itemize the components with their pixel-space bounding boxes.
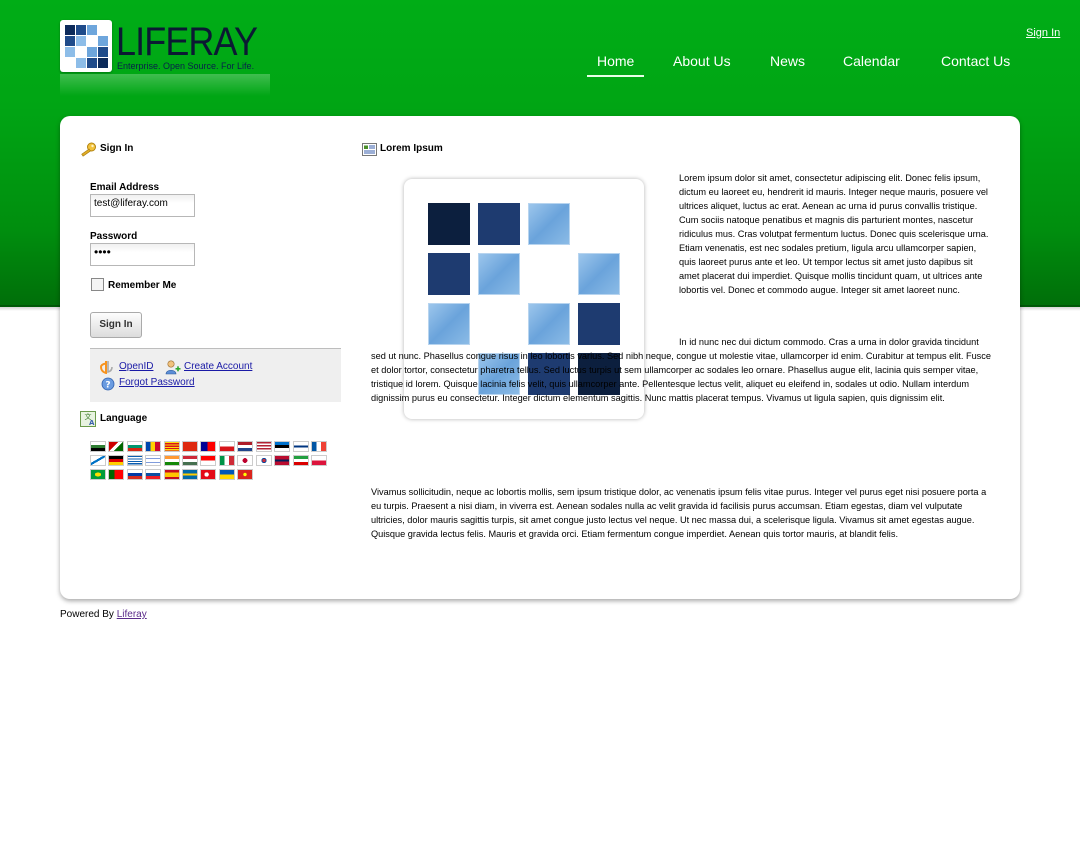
openid-icon	[100, 361, 113, 374]
header-sign-in-link[interactable]: Sign In	[1026, 27, 1060, 39]
powered-by-text: Powered By	[60, 609, 114, 620]
key-icon	[81, 142, 96, 157]
email-field[interactable]: test@liferay.com	[90, 194, 195, 217]
flag-finnish[interactable]	[293, 441, 309, 452]
flag-bulgarian[interactable]	[127, 441, 143, 452]
flag-ukrainian[interactable]	[219, 469, 235, 480]
sign-in-button[interactable]: Sign In	[90, 312, 142, 338]
flag-chinese-simplified[interactable]	[182, 441, 198, 452]
nav-contact-us[interactable]: Contact Us	[941, 53, 1010, 69]
flag-czech[interactable]	[219, 441, 235, 452]
logo-tagline: Enterprise. Open Source. For Life.	[117, 61, 255, 71]
flag-chinese-traditional[interactable]	[200, 441, 216, 452]
flag-russian[interactable]	[127, 469, 143, 480]
language-portlet-title: Language	[100, 413, 148, 424]
openid-link[interactable]: OpenID	[119, 361, 153, 372]
flag-french[interactable]	[311, 441, 327, 452]
flag-japanese[interactable]	[237, 455, 253, 466]
svg-text:?: ?	[105, 381, 110, 391]
flag-portuguese[interactable]	[108, 469, 124, 480]
footer: Powered By Liferay	[60, 609, 147, 620]
flag-english[interactable]	[256, 441, 272, 452]
sign-in-links-box: OpenID Create Account ? Forgot Password	[90, 348, 341, 402]
add-user-icon	[165, 360, 181, 375]
flag-dutch[interactable]	[237, 441, 253, 452]
nav-home[interactable]: Home	[587, 53, 645, 77]
logo-icon	[60, 20, 112, 72]
flag-estonian[interactable]	[274, 441, 290, 452]
liferay-logo[interactable]: LIFERAY Enterprise. Open Source. For Lif…	[60, 20, 275, 96]
lorem-paragraph-3: Vivamus sollicitudin, neque ac lobortis …	[371, 487, 987, 539]
lorem-ipsum-portlet-title: Lorem Ipsum	[380, 143, 443, 154]
flag-portuguese-brazil[interactable]	[90, 469, 106, 480]
flag-vietnamese[interactable]	[237, 469, 253, 480]
flag-norwegian[interactable]	[274, 455, 290, 466]
flag-basque[interactable]	[108, 441, 124, 452]
flag-turkish[interactable]	[200, 469, 216, 480]
flag-catalan[interactable]	[164, 441, 180, 452]
remember-me-label: Remember Me	[108, 280, 177, 291]
nav-calendar[interactable]: Calendar	[843, 53, 900, 69]
flag-galician[interactable]	[90, 455, 106, 466]
flag-indonesian[interactable]	[200, 455, 216, 466]
content-panel: Sign In Email Address test@liferay.com P…	[60, 116, 1020, 599]
logo-wordmark: LIFERAY	[116, 20, 258, 64]
flag-hungarian[interactable]	[182, 455, 198, 466]
remember-me-checkbox[interactable]	[91, 278, 104, 291]
flag-german[interactable]	[108, 455, 124, 466]
flag-italian[interactable]	[219, 455, 235, 466]
flag-spanish[interactable]	[164, 469, 180, 480]
flag-arabic[interactable]	[90, 441, 106, 452]
flag-swedish[interactable]	[182, 469, 198, 480]
document-icon	[362, 143, 377, 156]
lorem-paragraph-2: In id nunc nec dui dictum commodo. Cras …	[371, 337, 991, 403]
flag-polish[interactable]	[311, 455, 327, 466]
password-label: Password	[90, 231, 138, 242]
sign-in-portlet-title: Sign In	[100, 143, 134, 154]
help-icon: ?	[101, 377, 115, 391]
flag-hindi[interactable]	[164, 455, 180, 466]
lorem-paragraph-1: Lorem ipsum dolor sit amet, consectetur …	[679, 173, 989, 295]
nav-news[interactable]: News	[770, 53, 805, 69]
logo-reflection	[60, 74, 270, 96]
flag-slovak[interactable]	[145, 469, 161, 480]
flag-greek[interactable]	[127, 455, 143, 466]
flag-korean[interactable]	[256, 455, 272, 466]
forgot-password-link[interactable]: Forgot Password	[119, 377, 195, 388]
svg-text:A: A	[89, 419, 95, 427]
nav-about-us[interactable]: About Us	[673, 53, 731, 69]
email-label: Email Address	[90, 182, 160, 193]
password-field[interactable]: ••••	[90, 243, 195, 266]
create-account-link[interactable]: Create Account	[184, 361, 252, 372]
flag-hebrew[interactable]	[145, 455, 161, 466]
footer-liferay-link[interactable]: Liferay	[117, 609, 147, 620]
flag-catalan-moldova[interactable]	[145, 441, 161, 452]
language-icon: 文 A	[80, 411, 96, 427]
flag-persian[interactable]	[293, 455, 309, 466]
